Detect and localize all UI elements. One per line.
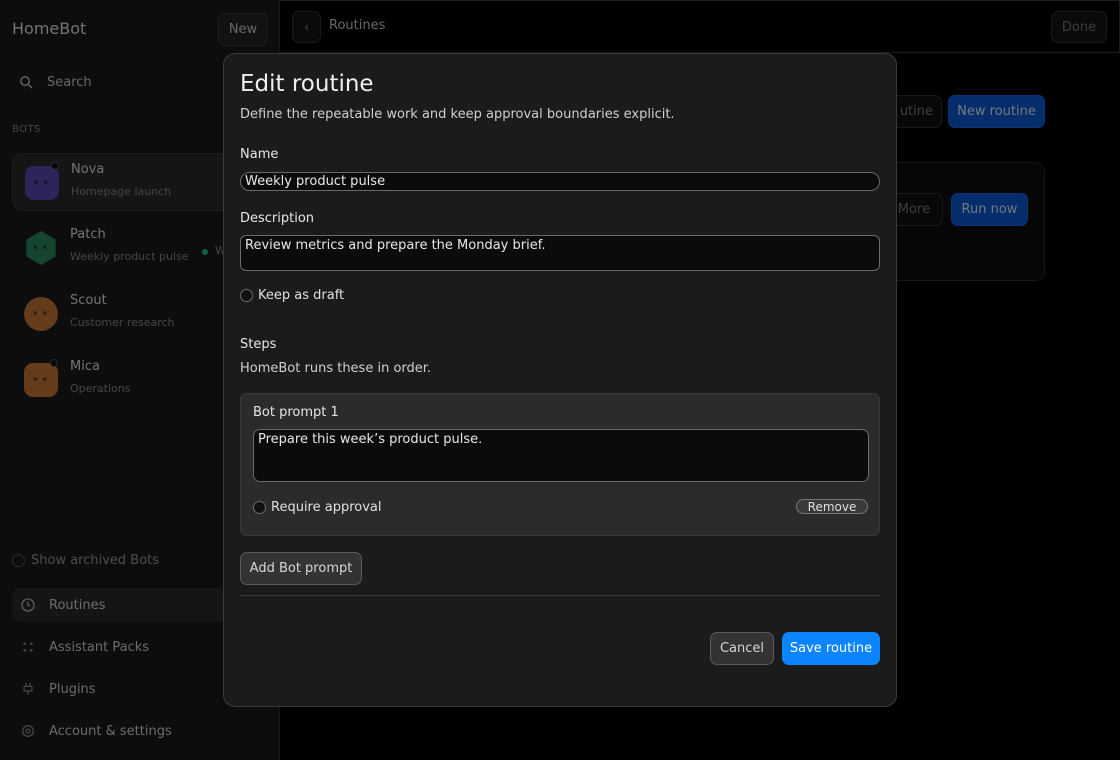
cancel-button[interactable]: Cancel [710,632,774,665]
save-routine-button[interactable]: Save routine [782,632,880,665]
steps-label: Steps [240,337,277,352]
keep-draft-toggle[interactable]: Keep as draft [240,288,344,303]
radio-icon [253,501,266,514]
add-bot-prompt-button[interactable]: Add Bot prompt [240,552,362,585]
name-input[interactable] [240,172,880,191]
description-input[interactable]: Review metrics and prepare the Monday br… [240,235,880,271]
edit-routine-dialog: Edit routine Define the repeatable work … [223,53,897,707]
radio-icon [240,289,253,302]
step-prompt-input[interactable]: Prepare this week’s product pulse. [253,429,869,482]
require-approval-toggle[interactable]: Require approval [253,500,382,515]
steps-subtitle: HomeBot runs these in order. [240,361,432,376]
keep-draft-label: Keep as draft [258,288,345,303]
step-card: Bot prompt 1 Prepare this week’s product… [240,393,880,536]
name-label: Name [240,147,279,162]
require-approval-label: Require approval [271,500,382,515]
divider [240,595,880,596]
dialog-subtitle: Define the repeatable work and keep appr… [240,107,675,122]
description-label: Description [240,211,315,226]
remove-step-button[interactable]: Remove [796,499,868,514]
step-title: Bot prompt 1 [253,405,339,420]
dialog-title: Edit routine [240,71,374,97]
